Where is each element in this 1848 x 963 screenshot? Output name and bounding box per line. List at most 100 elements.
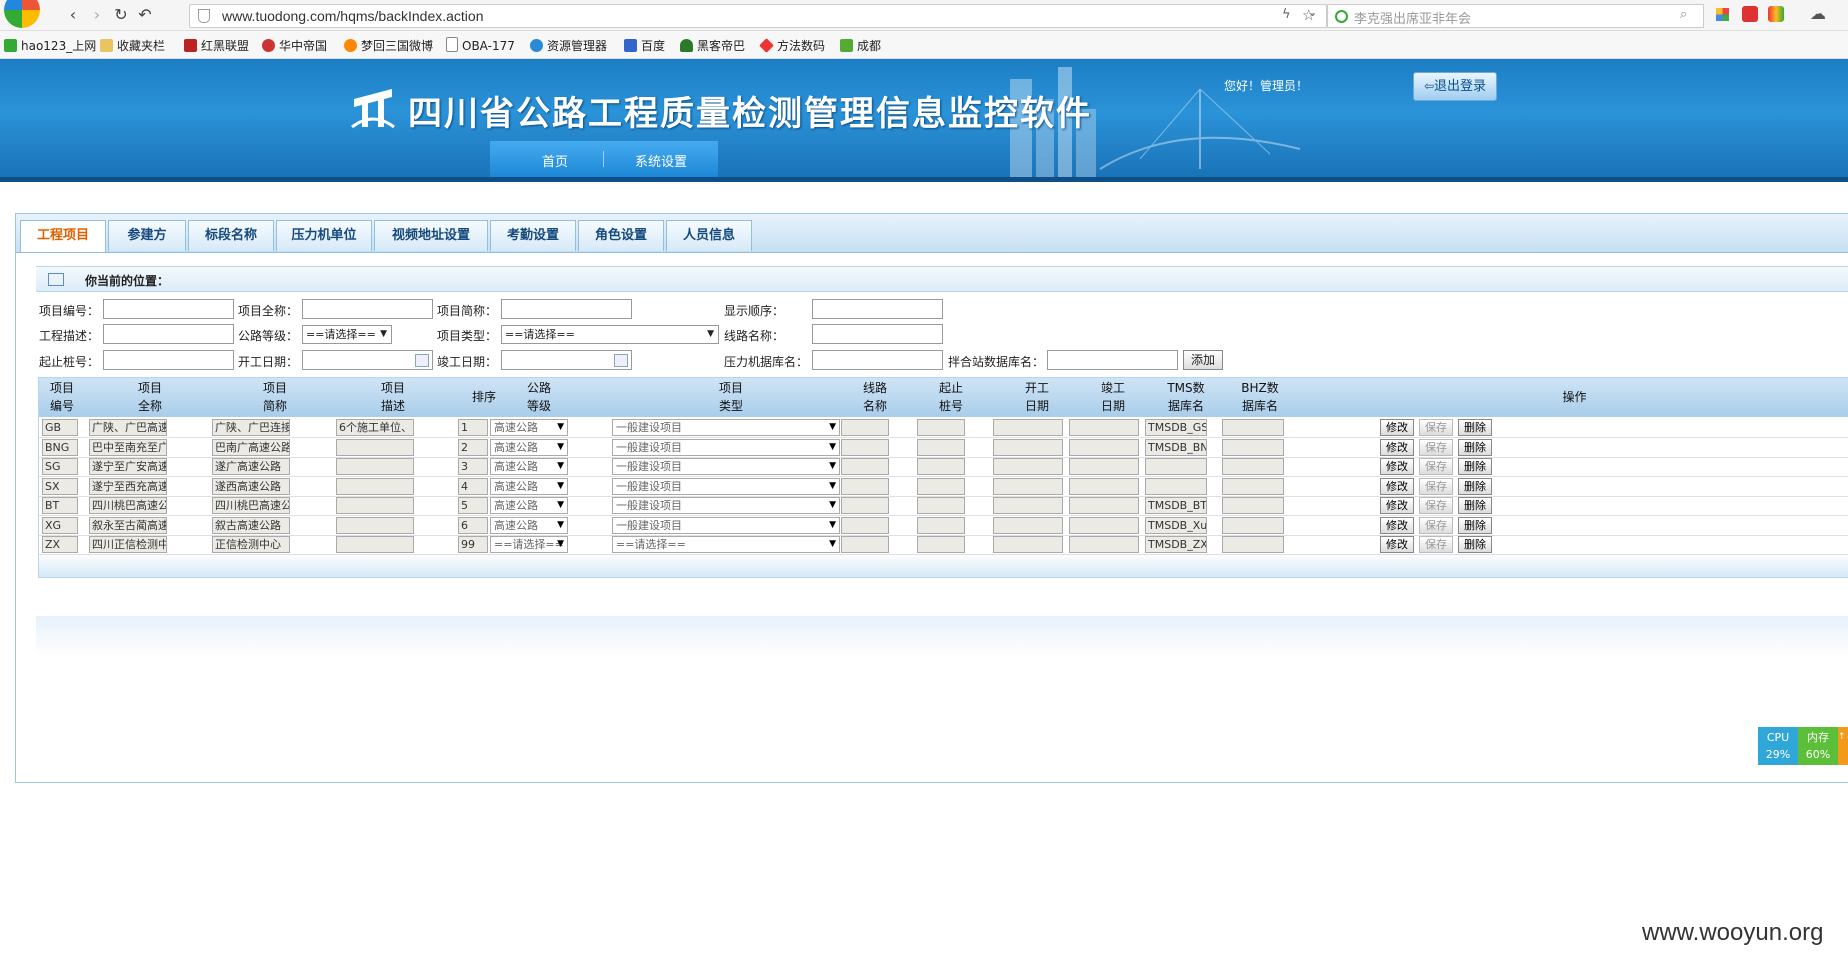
press-db-input[interactable] bbox=[812, 350, 943, 370]
cell-edate[interactable] bbox=[1069, 477, 1139, 495]
save-button[interactable]: 保存 bbox=[1419, 477, 1453, 495]
bookmark-baidu[interactable]: 百度 bbox=[624, 37, 665, 54]
cell-code[interactable]: BT bbox=[42, 497, 78, 514]
edit-button[interactable]: 修改 bbox=[1380, 419, 1414, 436]
cell-route[interactable] bbox=[841, 477, 889, 495]
cell-grade[interactable]: 高速公路 ▼ bbox=[490, 458, 568, 475]
cell-tms[interactable]: TMSDB_XuG bbox=[1145, 516, 1207, 534]
cell-type[interactable]: 一般建设项目 ▼ bbox=[612, 419, 840, 436]
cell-tms[interactable]: TMSDB_BNG bbox=[1145, 438, 1207, 456]
cell-grade[interactable]: 高速公路 ▼ bbox=[490, 419, 568, 436]
road-grade-select[interactable]: ==请选择== ▼ bbox=[302, 325, 392, 344]
cell-type[interactable]: ==请选择== ▼ bbox=[612, 536, 840, 553]
cell-type[interactable]: 一般建设项目 ▼ bbox=[612, 458, 840, 475]
cell-type[interactable]: 一般建设项目 ▼ bbox=[612, 438, 840, 456]
logout-button[interactable]: ⇦退出登录 bbox=[1413, 72, 1497, 101]
edit-button[interactable]: 修改 bbox=[1380, 536, 1414, 553]
back-icon[interactable]: ‹ bbox=[62, 5, 84, 25]
project-desc-input[interactable] bbox=[103, 324, 234, 344]
project-full-input[interactable] bbox=[302, 299, 433, 319]
tab-video-address[interactable]: 视频地址设置 bbox=[374, 220, 488, 251]
flash-icon[interactable]: ϟ bbox=[1282, 7, 1291, 22]
cell-desc[interactable] bbox=[336, 536, 414, 553]
delete-button[interactable]: 删除 bbox=[1458, 516, 1492, 534]
bookmark-huazhong[interactable]: 华中帝国 bbox=[262, 37, 327, 54]
cell-bhz[interactable] bbox=[1222, 438, 1284, 456]
cloud-icon[interactable]: ☁ bbox=[1810, 4, 1826, 23]
cell-short[interactable]: 遂广高速公路 bbox=[212, 458, 290, 475]
cell-short[interactable]: 遂西高速公路 bbox=[212, 477, 290, 495]
cell-edate[interactable] bbox=[1069, 497, 1139, 514]
cell-sdate[interactable] bbox=[993, 438, 1063, 456]
bookmark-hao123[interactable]: hao123_上网 bbox=[4, 37, 96, 54]
save-button[interactable]: 保存 bbox=[1419, 419, 1453, 436]
route-name-input[interactable] bbox=[812, 324, 943, 344]
delete-button[interactable]: 删除 bbox=[1458, 438, 1492, 456]
cell-stake[interactable] bbox=[917, 516, 965, 534]
project-code-input[interactable] bbox=[103, 299, 234, 319]
cell-order[interactable]: 5 bbox=[458, 497, 488, 514]
edit-button[interactable]: 修改 bbox=[1380, 458, 1414, 475]
end-date-input[interactable] bbox=[501, 350, 632, 370]
cell-full[interactable]: 四川桃巴高速公路 bbox=[89, 497, 167, 514]
address-bar[interactable]: www.tuodong.com/hqms/backIndex.action ϟ … bbox=[189, 4, 1327, 28]
delete-button[interactable]: 删除 bbox=[1458, 536, 1492, 553]
cell-bhz[interactable] bbox=[1222, 536, 1284, 553]
cell-grade[interactable]: ==请选择== ▼ bbox=[490, 536, 568, 553]
cell-grade[interactable]: 高速公路 ▼ bbox=[490, 438, 568, 456]
cell-code[interactable]: BNG bbox=[42, 438, 78, 456]
cell-type[interactable]: 一般建设项目 ▼ bbox=[612, 497, 840, 514]
cell-tms[interactable]: TMSDB_ZX_ bbox=[1145, 536, 1207, 553]
tab-projects[interactable]: 工程项目 bbox=[20, 220, 106, 252]
bookmark-oba[interactable]: OBA-177 bbox=[446, 37, 515, 53]
start-stake-input[interactable] bbox=[103, 350, 234, 370]
cell-stake[interactable] bbox=[917, 458, 965, 475]
chevron-down-icon[interactable]: ⌄ bbox=[1308, 6, 1317, 19]
bookmark-fangfa[interactable]: 方法数码 bbox=[759, 37, 825, 54]
mix-db-input[interactable] bbox=[1047, 350, 1178, 370]
undo-icon[interactable]: ↶ bbox=[134, 5, 156, 25]
cell-edate[interactable] bbox=[1069, 516, 1139, 534]
ext-icon-2[interactable] bbox=[1768, 6, 1784, 22]
cell-sdate[interactable] bbox=[993, 458, 1063, 475]
save-button[interactable]: 保存 bbox=[1419, 536, 1453, 553]
edit-button[interactable]: 修改 bbox=[1380, 497, 1414, 514]
cell-short[interactable]: 正信检测中心 bbox=[212, 536, 290, 553]
cell-stake[interactable] bbox=[917, 497, 965, 514]
cell-grade[interactable]: 高速公路 ▼ bbox=[490, 497, 568, 514]
display-order-input[interactable] bbox=[812, 299, 943, 319]
cell-desc[interactable] bbox=[336, 497, 414, 514]
bookmark-chengdu[interactable]: 成都 bbox=[840, 37, 881, 54]
search-input[interactable]: 李克强出席亚非年会 bbox=[1354, 8, 1471, 27]
bookmark-heike[interactable]: 黑客帝巴 bbox=[680, 37, 745, 54]
delete-button[interactable]: 删除 bbox=[1458, 419, 1492, 436]
system-monitor[interactable]: CPU29% 内存60% ↑↓ bbox=[1758, 727, 1848, 765]
delete-button[interactable]: 删除 bbox=[1458, 497, 1492, 514]
cell-sdate[interactable] bbox=[993, 536, 1063, 553]
cell-edate[interactable] bbox=[1069, 438, 1139, 456]
edit-button[interactable]: 修改 bbox=[1380, 438, 1414, 456]
cell-short[interactable]: 叙古高速公路 bbox=[212, 516, 290, 534]
calendar-icon[interactable] bbox=[614, 354, 628, 367]
cell-type[interactable]: 一般建设项目 ▼ bbox=[612, 477, 840, 495]
cell-full[interactable]: 遂宁至广安高速公 bbox=[89, 458, 167, 475]
cell-stake[interactable] bbox=[917, 536, 965, 553]
apps-icon[interactable] bbox=[1716, 8, 1729, 21]
tab-press-units[interactable]: 压力机单位 bbox=[276, 220, 372, 251]
bookmark-hongheilianmeng[interactable]: 红黑联盟 bbox=[184, 37, 249, 54]
tab-personnel[interactable]: 人员信息 bbox=[666, 220, 752, 251]
project-short-input[interactable] bbox=[501, 299, 632, 319]
cell-tms[interactable] bbox=[1145, 477, 1207, 495]
cell-bhz[interactable] bbox=[1222, 477, 1284, 495]
cell-stake[interactable] bbox=[917, 438, 965, 456]
search-box[interactable]: 李克强出席亚非年会 ⌕ bbox=[1327, 4, 1704, 28]
cell-order[interactable]: 6 bbox=[458, 516, 488, 534]
cell-full[interactable]: 叙永至古蔺高速公 bbox=[89, 516, 167, 534]
cell-grade[interactable]: 高速公路 ▼ bbox=[490, 516, 568, 534]
tab-roles[interactable]: 角色设置 bbox=[578, 220, 664, 251]
cell-full[interactable]: 四川正信检测中心 bbox=[89, 536, 167, 553]
ext-icon-1[interactable] bbox=[1742, 6, 1758, 22]
add-button[interactable]: 添加 bbox=[1183, 350, 1223, 370]
cell-full[interactable]: 广陕、广巴高速公 bbox=[89, 419, 167, 436]
calendar-icon[interactable] bbox=[415, 354, 429, 367]
